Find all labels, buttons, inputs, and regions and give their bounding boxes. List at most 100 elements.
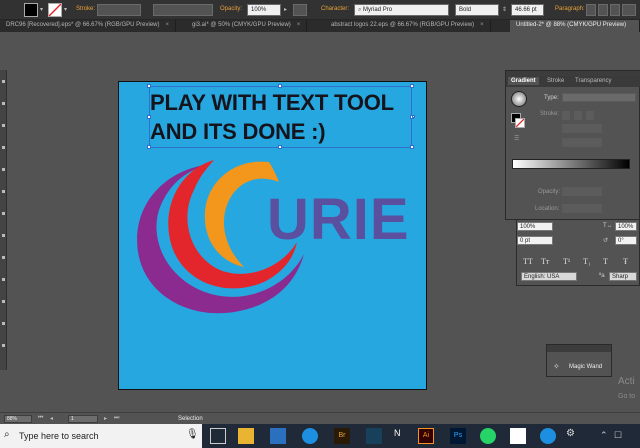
system-tray-icon[interactable]: ⌃ xyxy=(600,430,608,441)
eyedropper-tool-icon[interactable] xyxy=(2,300,5,303)
hand-tool-icon[interactable] xyxy=(2,322,5,325)
selection-handle[interactable] xyxy=(278,84,282,88)
selection-handle[interactable] xyxy=(410,145,414,149)
strikethrough-button[interactable]: Ŧ xyxy=(623,257,628,266)
tab-transparency[interactable]: Transparency xyxy=(572,77,614,85)
rotate-tool-icon[interactable] xyxy=(2,234,5,237)
tab-gi3[interactable]: gi3.ai* @ 50% (CMYK/GPU Preview) × xyxy=(186,20,308,32)
illustrator-icon[interactable]: Ai xyxy=(418,428,434,444)
notification-icon[interactable]: ☐ xyxy=(614,430,622,441)
all-caps-button[interactable]: TT xyxy=(523,257,533,266)
edge-icon[interactable] xyxy=(302,428,318,444)
stroke-none-swatch[interactable] xyxy=(48,3,62,17)
store-icon[interactable] xyxy=(270,428,286,444)
align-right-button[interactable] xyxy=(610,4,620,16)
language-dropdown[interactable]: English: USA xyxy=(521,272,577,281)
close-icon[interactable]: × xyxy=(297,22,301,28)
type-tool-icon[interactable] xyxy=(2,146,5,149)
tab-drc96[interactable]: DRC96 [Recovered].eps* @ 66.67% (RGB/GPU… xyxy=(0,20,176,32)
align-left-button[interactable] xyxy=(586,4,596,16)
taskbar-search-box[interactable]: ⌕ Type here to search 🎙 xyxy=(0,424,202,448)
subscript-button[interactable]: T₁ xyxy=(583,257,591,266)
selection-handle[interactable] xyxy=(147,145,151,149)
font-style-field[interactable]: Bold xyxy=(455,4,499,16)
tab-abstract-logos[interactable]: abstract logos 22.eps @ 66.67% (RGB/GPU … xyxy=(325,20,491,32)
app-n-icon[interactable]: N xyxy=(394,428,410,444)
panel-menu-button[interactable] xyxy=(622,4,636,16)
last-artboard-icon[interactable]: ⏭ xyxy=(114,415,119,422)
font-size-field[interactable]: 46.66 pt xyxy=(511,4,544,16)
tab-untitled-2[interactable]: Untitled-2* @ 88% (CMYK/GPU Preview) xyxy=(510,20,640,32)
anti-alias-dropdown[interactable]: Sharp xyxy=(609,272,637,281)
gradient-tool-icon[interactable] xyxy=(2,278,5,281)
magic-wand-label[interactable]: Magic Wand xyxy=(569,364,602,370)
photoshop-icon[interactable]: Ps xyxy=(450,428,466,444)
bounding-box-handle[interactable] xyxy=(412,115,415,118)
selection-handle[interactable] xyxy=(410,84,414,88)
settings-icon[interactable]: ⚙ xyxy=(566,428,582,444)
line-tool-icon[interactable] xyxy=(2,168,5,171)
stroke-opt-2[interactable] xyxy=(574,111,582,120)
selection-handle[interactable] xyxy=(278,145,282,149)
direct-selection-tool-icon[interactable] xyxy=(2,102,5,105)
selection-handle[interactable] xyxy=(147,84,151,88)
character-rotation-field[interactable]: 0° xyxy=(615,236,637,245)
stroke-options-icon[interactable]: ☰ xyxy=(514,135,519,142)
horizontal-scale-field[interactable]: 100% xyxy=(615,222,637,231)
fill-color-swatch[interactable] xyxy=(24,3,38,17)
panel-title-bar[interactable] xyxy=(547,345,611,352)
stroke-weight-field[interactable] xyxy=(97,4,141,16)
fill-dropdown-icon[interactable]: ▾ xyxy=(40,6,43,13)
close-icon[interactable]: × xyxy=(165,22,169,28)
brush-tool-icon[interactable] xyxy=(2,212,5,215)
artboard-number-field[interactable]: 1 xyxy=(68,415,98,423)
whatsapp-icon[interactable] xyxy=(480,428,496,444)
edge-2-icon[interactable] xyxy=(540,428,556,444)
prev-artboard-icon[interactable]: ◂ xyxy=(50,415,53,422)
baseline-shift-field[interactable]: 0 pt xyxy=(517,236,553,245)
close-icon[interactable]: × xyxy=(480,22,484,28)
next-artboard-icon[interactable]: ▸ xyxy=(104,415,107,422)
variable-width-profile[interactable] xyxy=(153,4,213,16)
task-view-icon[interactable] xyxy=(210,428,226,444)
recolor-button[interactable] xyxy=(293,4,307,16)
stroke-opt-1[interactable] xyxy=(562,111,570,120)
headline-line-2[interactable]: AND ITS DONE :) xyxy=(150,119,326,145)
stroke-swatch[interactable] xyxy=(515,118,525,128)
opacity-field[interactable] xyxy=(562,187,602,196)
stroke-opt-3[interactable] xyxy=(586,111,594,120)
brand-text[interactable]: URIE xyxy=(267,186,410,253)
gradient-preview-swatch[interactable] xyxy=(511,91,527,107)
underline-button[interactable]: T xyxy=(603,257,608,266)
font-size-stepper-icon[interactable]: ⇕ xyxy=(502,6,507,13)
selection-tool-icon[interactable] xyxy=(2,80,5,83)
opacity-field[interactable]: 100% xyxy=(247,4,281,16)
tab-stroke[interactable]: Stroke xyxy=(544,77,567,85)
microphone-icon[interactable]: 🎙 xyxy=(186,429,199,440)
zoom-field[interactable]: 88% xyxy=(4,415,32,423)
stroke-dropdown-icon[interactable]: ▾ xyxy=(64,6,67,13)
angle-field[interactable] xyxy=(562,124,602,133)
artboard[interactable]: PLAY WITH TEXT TOOL AND ITS DONE :) URIE xyxy=(118,81,427,390)
vertical-scale-field[interactable]: 100% xyxy=(517,222,553,231)
opacity-dropdown-icon[interactable]: ▸ xyxy=(284,6,287,13)
file-explorer-icon[interactable] xyxy=(238,428,254,444)
zoom-tool-icon[interactable] xyxy=(2,344,5,347)
headline-line-1[interactable]: PLAY WITH TEXT TOOL xyxy=(150,90,394,116)
gradient-slider[interactable] xyxy=(512,159,630,169)
network-icon[interactable] xyxy=(366,428,382,444)
location-field[interactable] xyxy=(562,204,602,213)
gradient-type-dropdown[interactable] xyxy=(562,93,636,102)
scale-tool-icon[interactable] xyxy=(2,256,5,259)
mail-icon[interactable] xyxy=(510,428,526,444)
small-caps-button[interactable]: Tт xyxy=(541,257,549,266)
bridge-icon[interactable]: Br xyxy=(334,428,350,444)
aspect-ratio-field[interactable] xyxy=(562,138,602,147)
magic-wand-icon[interactable]: ✧ xyxy=(553,362,560,371)
superscript-button[interactable]: T¹ xyxy=(563,257,570,266)
tab-gradient[interactable]: Gradient xyxy=(508,77,539,85)
rectangle-tool-icon[interactable] xyxy=(2,190,5,193)
pen-tool-icon[interactable] xyxy=(2,124,5,127)
font-family-field[interactable]: ⌕ Myriad Pro xyxy=(354,4,449,16)
align-center-button[interactable] xyxy=(598,4,608,16)
